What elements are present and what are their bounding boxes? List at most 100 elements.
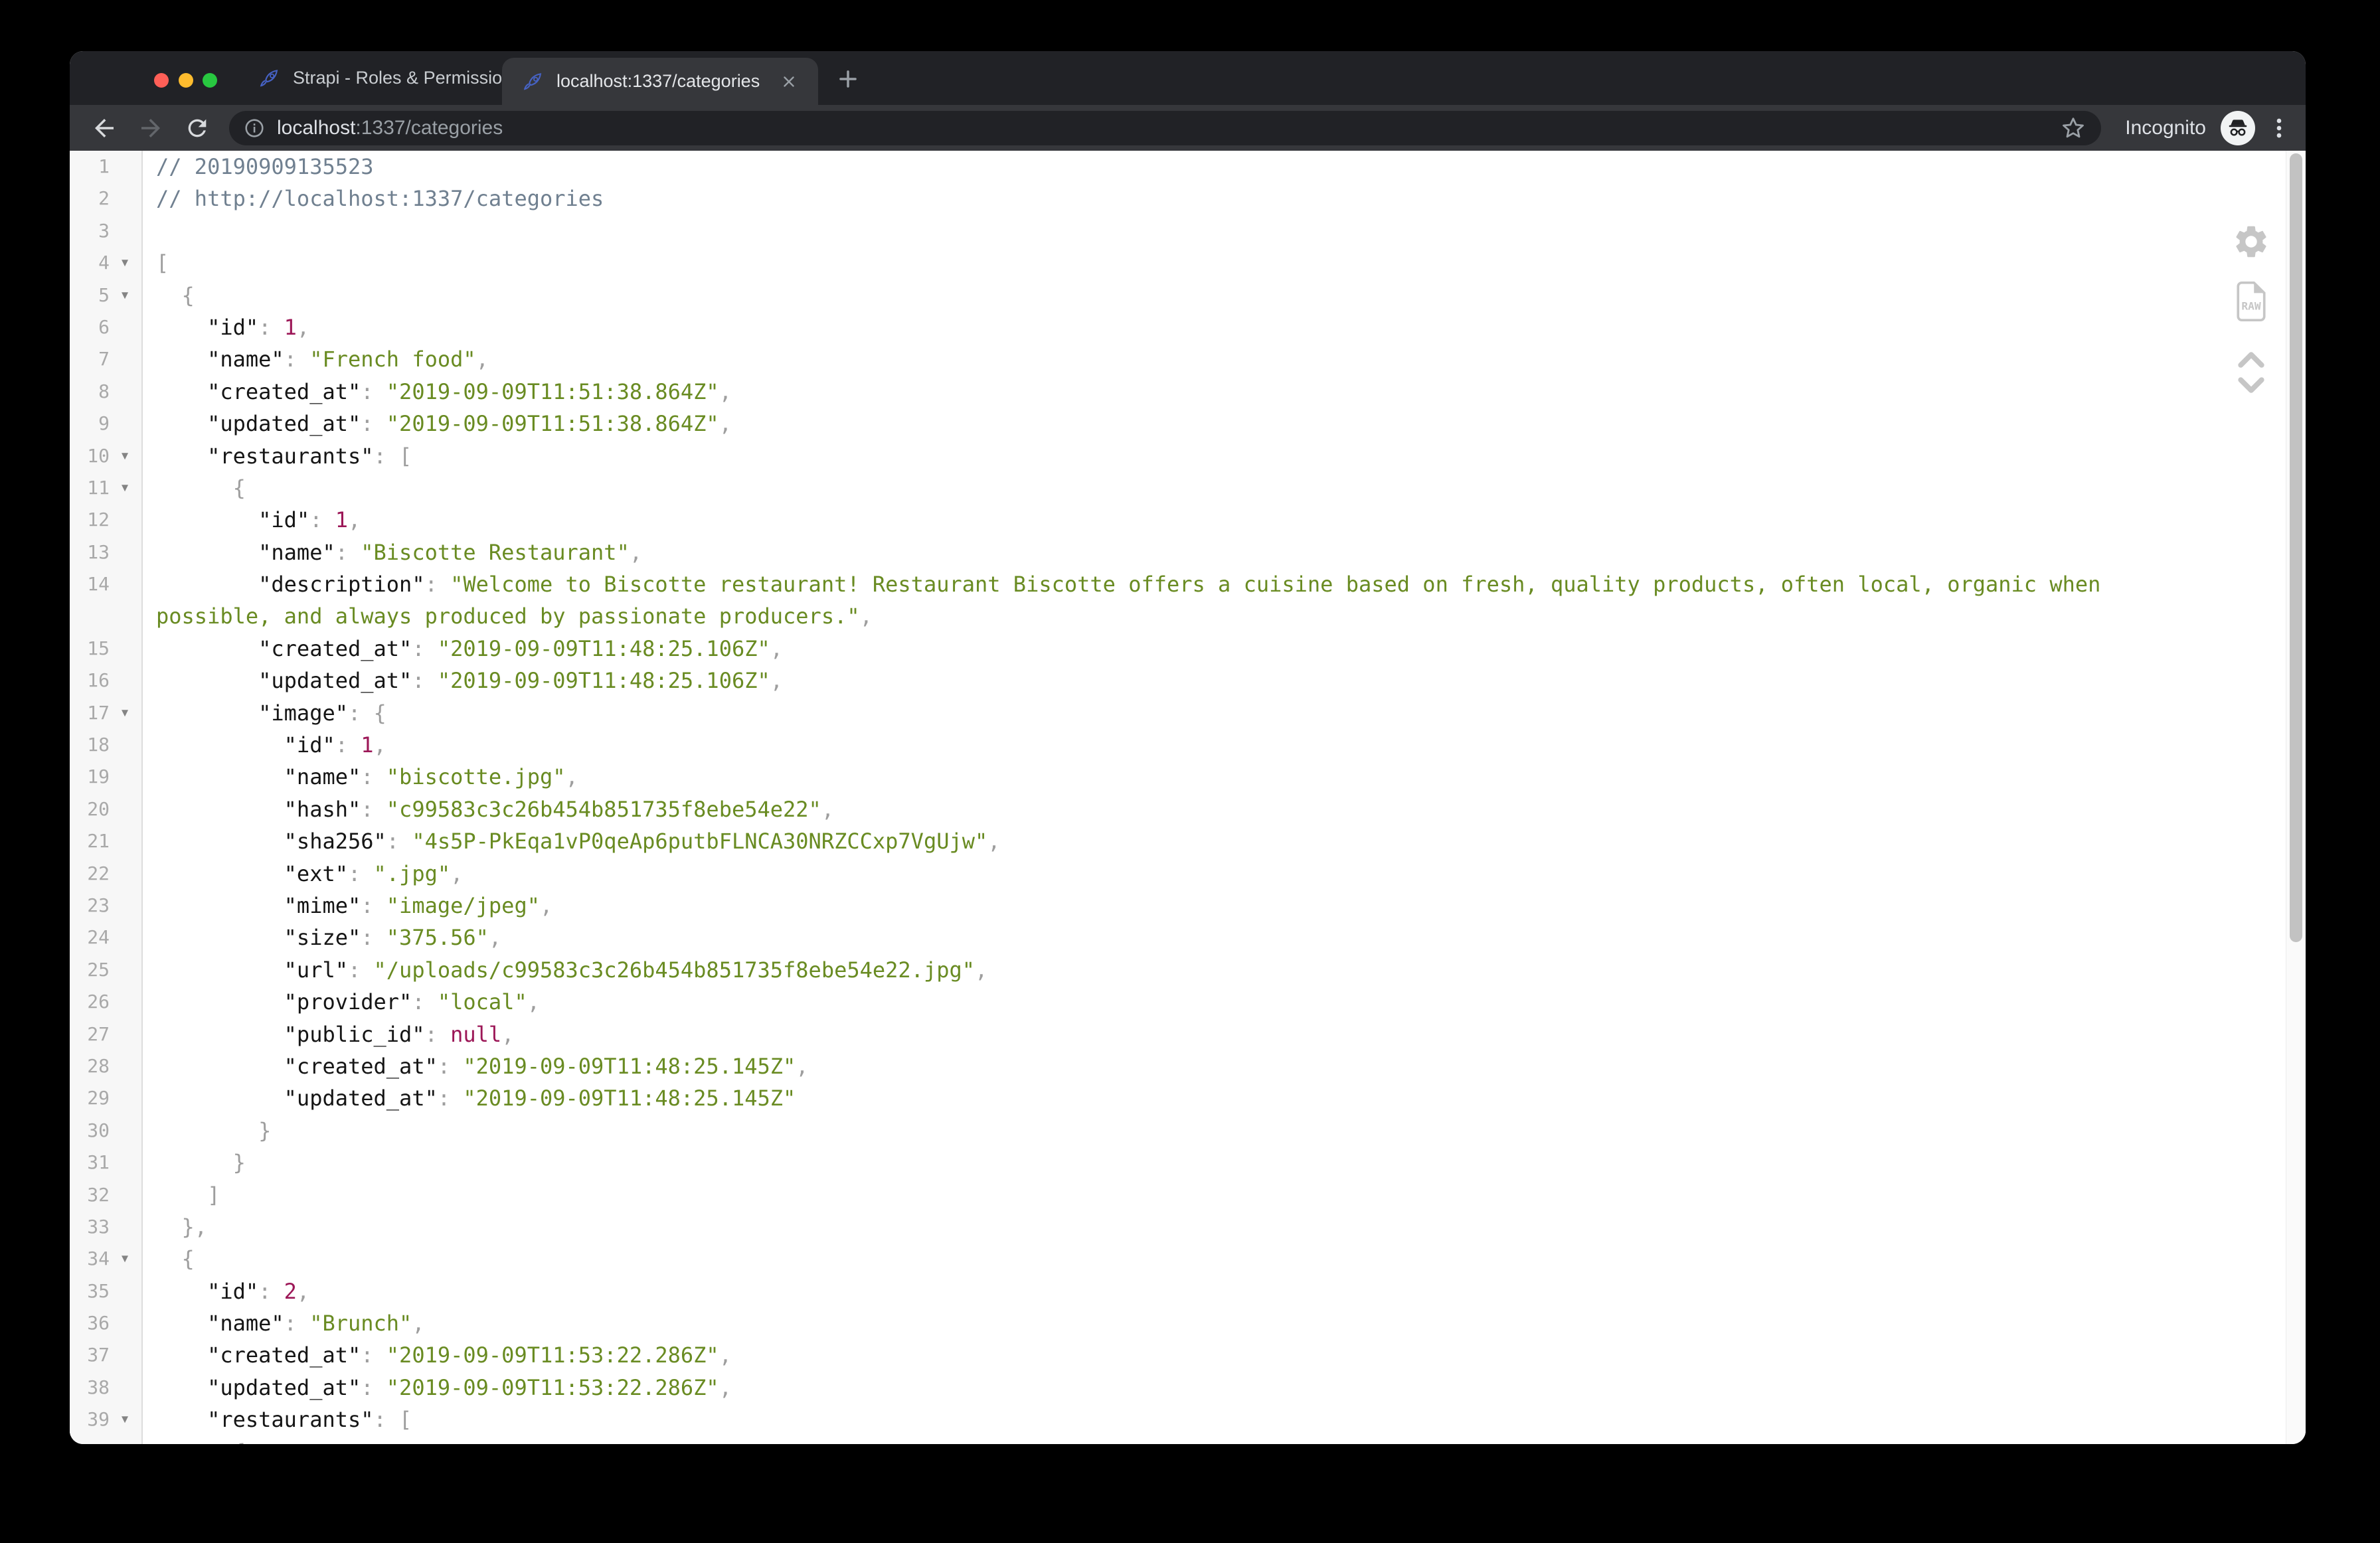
code-line: 31 } <box>70 1147 2306 1178</box>
code-line: 3 <box>70 215 2306 247</box>
code-text: "mime": "image/jpeg", <box>143 890 552 922</box>
gutter: 5▼ <box>70 280 143 311</box>
scrollbar-thumb[interactable] <box>2290 153 2302 942</box>
gutter: 38 <box>70 1372 143 1404</box>
code-text: "id": 1, <box>143 729 386 761</box>
url-path: :1337/categories <box>355 117 503 139</box>
site-info-icon[interactable] <box>242 116 266 140</box>
code-line: 7 "name": "French food", <box>70 343 2306 375</box>
code-line: 15 "created_at": "2019-09-09T11:48:25.10… <box>70 633 2306 665</box>
code-line: 6 "id": 1, <box>70 311 2306 343</box>
gutter: 33 <box>70 1211 143 1243</box>
tab-label: Strapi - Roles & Permissions <box>293 68 531 88</box>
zoom-window-button[interactable] <box>203 73 217 88</box>
browser-menu-icon[interactable] <box>2264 114 2294 143</box>
line-number: 5 <box>70 280 110 311</box>
code-line: 35 "id": 2, <box>70 1275 2306 1307</box>
new-tab-button[interactable] <box>831 62 865 96</box>
line-number: 2 <box>70 183 110 214</box>
code-line: 20 "hash": "c99583c3c26b454b851735f8ebe5… <box>70 793 2306 825</box>
collapse-toggle-icon[interactable]: ▼ <box>110 280 140 311</box>
gutter: 27 <box>70 1018 143 1050</box>
code-line: possible, and always produced by passion… <box>70 600 2306 632</box>
incognito-avatar-icon[interactable] <box>2221 111 2255 145</box>
code-text: "updated_at": "2019-09-09T11:53:22.286Z"… <box>143 1372 732 1404</box>
line-number: 18 <box>70 729 110 761</box>
line-number: 7 <box>70 343 110 375</box>
collapse-toggle-icon[interactable]: ▼ <box>110 440 140 472</box>
line-number: 10 <box>70 440 110 472</box>
gutter: 8 <box>70 376 143 408</box>
code-text: { <box>143 280 195 311</box>
json-viewer-tools: RAW <box>2229 222 2273 395</box>
code-line: 9 "updated_at": "2019-09-09T11:51:38.864… <box>70 408 2306 440</box>
gutter: 39▼ <box>70 1404 143 1435</box>
scrollbar[interactable] <box>2286 151 2306 1444</box>
forward-button[interactable] <box>136 114 165 143</box>
minimize-window-button[interactable] <box>179 73 193 88</box>
collapse-toggle-icon[interactable]: ▼ <box>110 472 140 504</box>
gutter <box>70 600 143 632</box>
code-line: 23 "mime": "image/jpeg", <box>70 890 2306 922</box>
strapi-favicon-icon <box>258 67 281 90</box>
code-text: "updated_at": "2019-09-09T11:48:25.106Z"… <box>143 665 783 696</box>
code-text: "created_at": "2019-09-09T11:48:25.145Z"… <box>143 1050 809 1082</box>
expand-all-icon[interactable] <box>2237 375 2266 395</box>
code-text: { <box>143 1436 246 1444</box>
code-text: "id": 1, <box>143 311 309 343</box>
gutter: 11▼ <box>70 472 143 504</box>
code-line: 33 }, <box>70 1211 2306 1243</box>
line-number: 15 <box>70 633 110 665</box>
tab-strip: Strapi - Roles & Permissions localhost:1… <box>70 51 2306 105</box>
address-bar[interactable]: localhost:1337/categories <box>229 111 2101 145</box>
line-number: 34 <box>70 1243 110 1275</box>
line-number: 20 <box>70 793 110 825</box>
code-text: "updated_at": "2019-09-09T11:51:38.864Z"… <box>143 408 732 440</box>
line-number: 14 <box>70 568 110 600</box>
gutter: 9 <box>70 408 143 440</box>
code-text: }, <box>143 1211 207 1243</box>
bookmark-star-icon[interactable] <box>2060 115 2086 141</box>
gutter: 40 <box>70 1436 143 1444</box>
code-line: 27 "public_id": null, <box>70 1018 2306 1050</box>
close-window-button[interactable] <box>154 73 169 88</box>
code-line: 37 "created_at": "2019-09-09T11:53:22.28… <box>70 1339 2306 1371</box>
back-button[interactable] <box>90 114 119 143</box>
code-text: { <box>143 472 246 504</box>
code-text: "id": 2, <box>143 1275 309 1307</box>
collapse-toggle-icon[interactable]: ▼ <box>110 1404 140 1435</box>
line-number: 6 <box>70 311 110 343</box>
line-number: 37 <box>70 1339 110 1371</box>
gutter: 10▼ <box>70 440 143 472</box>
code-text: "ext": ".jpg", <box>143 858 463 890</box>
raw-view-icon[interactable]: RAW <box>2234 281 2268 322</box>
gutter: 16 <box>70 665 143 696</box>
line-number: 35 <box>70 1275 110 1307</box>
code-text: "name": "French food", <box>143 343 489 375</box>
reload-button[interactable] <box>183 114 212 143</box>
gutter: 14 <box>70 568 143 600</box>
tab-localhost-categories[interactable]: localhost:1337/categories <box>502 58 818 105</box>
code-text: "public_id": null, <box>143 1018 514 1050</box>
code-text: "name": "Brunch", <box>143 1307 425 1339</box>
tab-close-icon[interactable] <box>778 71 800 92</box>
gutter: 24 <box>70 922 143 953</box>
code-line: 28 "created_at": "2019-09-09T11:48:25.14… <box>70 1050 2306 1082</box>
collapse-all-icon[interactable] <box>2237 350 2266 370</box>
collapse-toggle-icon[interactable]: ▼ <box>110 697 140 729</box>
line-number: 38 <box>70 1372 110 1404</box>
code-text: } <box>143 1115 271 1147</box>
settings-gear-icon[interactable] <box>2232 222 2270 261</box>
code-text: "name": "biscotte.jpg", <box>143 761 578 793</box>
code-line: 26 "provider": "local", <box>70 986 2306 1018</box>
code-line: 38 "updated_at": "2019-09-09T11:53:22.28… <box>70 1372 2306 1404</box>
collapse-toggle-icon[interactable]: ▼ <box>110 247 140 279</box>
code-line: 30 } <box>70 1115 2306 1147</box>
gutter: 2 <box>70 183 143 214</box>
gutter: 28 <box>70 1050 143 1082</box>
collapse-toggle-icon[interactable]: ▼ <box>110 1243 140 1275</box>
url-text[interactable]: localhost:1337/categories <box>277 117 2060 139</box>
code-line: 25 "url": "/uploads/c99583c3c26b454b8517… <box>70 954 2306 986</box>
line-number: 31 <box>70 1147 110 1178</box>
code-text: "size": "375.56", <box>143 922 501 953</box>
